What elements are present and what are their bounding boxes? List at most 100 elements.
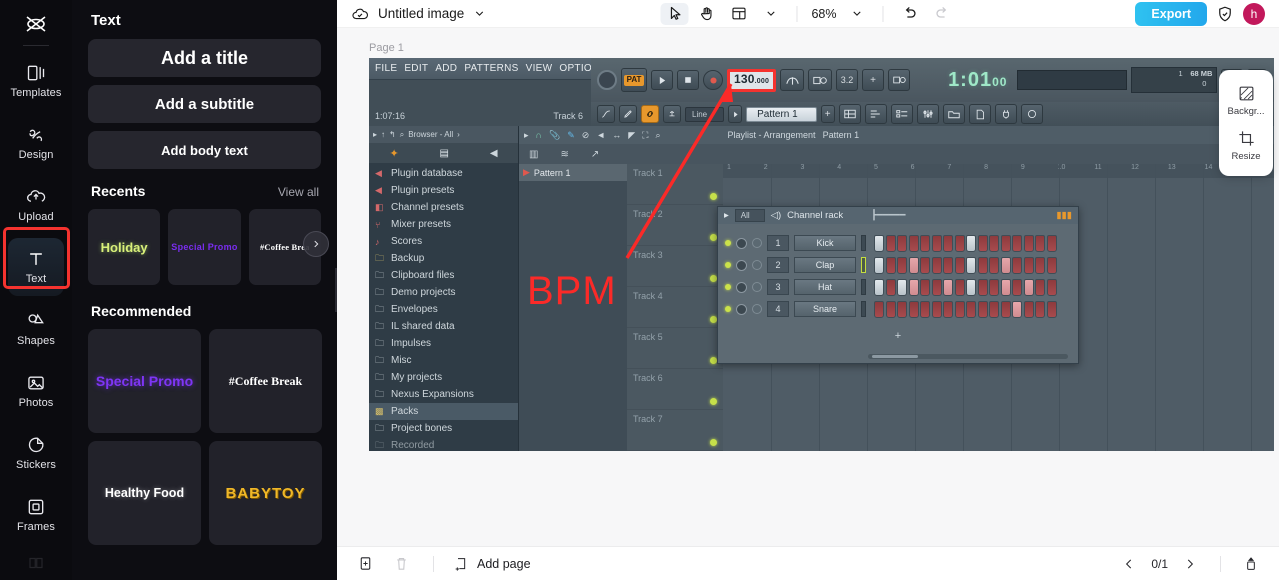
pan-knob[interactable] [736, 281, 747, 293]
browser-item[interactable]: 🗀 Backup [369, 250, 518, 267]
pan-knob[interactable] [736, 259, 747, 271]
sidebar-item-upload[interactable]: Upload [8, 176, 64, 234]
browser-item[interactable]: ◀ Plugin database [369, 165, 518, 182]
browser-item[interactable]: 🗀 Project bones [369, 420, 518, 437]
browser-item-selected[interactable]: ▩ Packs [369, 403, 518, 420]
channel-filter-select[interactable]: All [734, 209, 765, 222]
hand-pan-icon[interactable] [692, 3, 720, 25]
browser-item[interactable]: ◀ Plugin presets [369, 182, 518, 199]
browser-item[interactable]: 🗀 Recorded [369, 437, 518, 452]
browser-undo-icon[interactable]: ↰ [389, 130, 396, 139]
cr-graph-icon[interactable]: ▮▮▮ [1056, 210, 1072, 221]
browser-item[interactable]: 🗀 Envelopes [369, 301, 518, 318]
add-body-text-button[interactable]: Add body text [88, 131, 321, 169]
pattern-add-icon[interactable]: + [820, 105, 835, 123]
artboard[interactable]: FILE EDIT ADD PATTERNS VIEW OPTIONS TOOL… [369, 58, 1274, 451]
add-step-icon[interactable]: + [862, 69, 885, 91]
wait-icon[interactable] [888, 69, 911, 91]
browser-star-icon[interactable]: ✦ [389, 147, 398, 160]
pattern-prev-icon[interactable] [728, 105, 743, 123]
browser-item[interactable]: 🗀 My projects [369, 369, 518, 386]
pattern-list-row[interactable]: ▶ Pattern 1 [519, 164, 627, 181]
browser-item[interactable]: ⑂ Mixer presets [369, 216, 518, 233]
slip-icon[interactable]: ◄ [596, 130, 605, 140]
browser-up-icon[interactable]: ↑ [381, 130, 385, 139]
pencil-icon[interactable] [619, 105, 637, 123]
channel-row[interactable]: 4 Snare [725, 298, 1071, 320]
chevron-down-icon[interactable] [473, 7, 486, 20]
cr-menu-icon[interactable]: ▸ [724, 210, 729, 221]
chevron-right-icon[interactable] [303, 231, 329, 257]
layout-chevron-down-icon[interactable] [756, 3, 784, 25]
browser-plug-icon[interactable]: ◀ [490, 148, 498, 159]
channel-led-icon[interactable] [725, 240, 731, 246]
browser-item[interactable]: ♪ Scores [369, 233, 518, 250]
browser-item[interactable]: 🗀 Clipboard files [369, 267, 518, 284]
channel-rack-scrollbar[interactable] [868, 354, 1068, 359]
avatar[interactable]: h [1243, 2, 1265, 25]
pattern-view-icon[interactable]: ▥ [529, 149, 538, 160]
wave-view-icon[interactable]: ≋ [560, 149, 568, 160]
snap-icon[interactable]: 3.2 [836, 69, 859, 91]
link-icon[interactable] [641, 105, 659, 123]
stop-button[interactable] [677, 70, 699, 90]
channel-rack-add-button[interactable]: + [718, 328, 1078, 344]
recent-card[interactable]: Special Promo [168, 209, 241, 285]
metronome-icon[interactable] [808, 69, 833, 91]
zoom-chevron-down-icon[interactable] [843, 3, 871, 25]
step-sequencer-row[interactable] [874, 234, 1057, 252]
sidebar-item-photos[interactable]: Photos [8, 362, 64, 420]
duplicate-page-icon[interactable] [353, 552, 377, 576]
recent-card[interactable]: Holiday [88, 209, 161, 285]
extra-tool-icon[interactable] [1020, 104, 1043, 124]
prev-page-icon[interactable] [1117, 552, 1141, 576]
undo-icon[interactable] [896, 3, 924, 25]
browser-search-icon[interactable]: ⌕ [400, 130, 404, 140]
magnet-snap-icon[interactable]: ∩ [536, 130, 542, 140]
background-button[interactable]: Backgr... [1219, 78, 1273, 123]
automation-icon[interactable] [597, 105, 615, 123]
expand-up-icon[interactable] [1239, 552, 1263, 576]
pitch-icon[interactable] [780, 69, 805, 91]
channel-rack-icon[interactable] [890, 104, 913, 124]
track-row[interactable]: Track 7 [627, 410, 723, 451]
sidebar-item-shapes[interactable]: Shapes [8, 300, 64, 358]
bpm-field[interactable]: 130.000 [727, 68, 777, 92]
track-row[interactable]: Track 6 [627, 369, 723, 410]
plugin-picker-icon[interactable] [994, 104, 1017, 124]
capcut-logo-icon[interactable] [16, 8, 56, 39]
channel-name[interactable]: Snare [794, 301, 856, 317]
select-icon[interactable]: ◤ [628, 130, 635, 141]
sidebar-item-frames[interactable]: Frames [8, 486, 64, 544]
volume-knob[interactable] [752, 260, 762, 270]
channel-row[interactable]: 1 Kick [725, 232, 1071, 254]
channel-name[interactable]: Kick [794, 235, 856, 251]
step-sequencer-row[interactable] [874, 278, 1057, 296]
panel-collapse-handle[interactable] [335, 268, 337, 312]
fl-channel-rack-window[interactable]: ▸ All ◁) Channel rack ┣━━━━━ ▮▮▮ 1 Kick … [717, 206, 1079, 364]
fl-menu-view[interactable]: VIEW [526, 63, 553, 74]
record-button[interactable] [703, 70, 723, 90]
automation-view-icon[interactable]: ↗ [591, 149, 599, 160]
magnifier-icon[interactable]: ⌕ [655, 130, 660, 141]
slice-icon[interactable]: ↔ [612, 130, 621, 140]
sidebar-item-templates[interactable]: Templates [8, 52, 64, 110]
draw-icon[interactable]: ✎ [567, 130, 575, 141]
sidebar-item-stickers[interactable]: Stickers [8, 424, 64, 482]
volume-knob[interactable] [752, 304, 762, 314]
pattern-song-toggle[interactable]: PAT [621, 68, 647, 92]
add-title-button[interactable]: Add a title [88, 39, 321, 77]
master-knob[interactable] [597, 70, 617, 90]
browser-page-icon[interactable]: ▤ [440, 148, 449, 159]
browser-item[interactable]: 🗀 Demo projects [369, 284, 518, 301]
step-sequencer-row[interactable] [874, 256, 1057, 274]
track-row[interactable]: Track 4 [627, 287, 723, 328]
browser-item[interactable]: 🗀 Misc [369, 352, 518, 369]
volume-knob[interactable] [752, 238, 762, 248]
browser-back-icon[interactable]: ▸ [373, 130, 377, 139]
play-button[interactable] [651, 70, 673, 90]
playlist-window-icon[interactable] [838, 104, 861, 124]
next-page-icon[interactable] [1178, 552, 1202, 576]
fl-menu-file[interactable]: FILE [375, 63, 397, 74]
recommended-card[interactable]: #Coffee Break [209, 329, 322, 433]
